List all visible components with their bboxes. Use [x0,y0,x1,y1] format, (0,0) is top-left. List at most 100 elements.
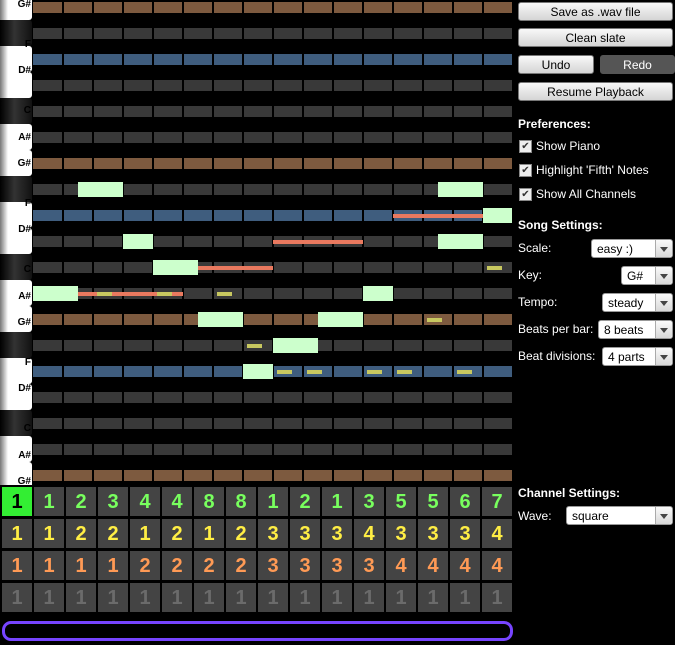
pattern-cell[interactable]: 1 [34,519,64,548]
pattern-cell[interactable]: 2 [66,519,96,548]
pattern-cell[interactable]: 6 [450,487,480,516]
pattern-cell[interactable]: 1 [130,519,160,548]
note-block[interactable] [273,338,318,353]
highlight-fifth-checkbox[interactable]: ✔ [519,164,532,177]
pattern-editor[interactable]: G# F D# C A# G# F D# C A# G# F D# C A# G# [0,0,512,485]
pattern-cell[interactable]: 4 [418,551,448,580]
pattern-cell[interactable]: 4 [482,551,512,580]
note-block[interactable] [123,234,153,249]
note-block[interactable] [363,286,393,301]
pattern-cell[interactable]: 3 [290,519,320,548]
save-wav-button[interactable]: Save as .wav file [518,2,673,21]
pattern-cell[interactable]: 3 [322,519,352,548]
note-block[interactable] [438,234,483,249]
pattern-cell[interactable]: 1 [258,487,288,516]
pattern-cell[interactable]: 2 [226,551,256,580]
chevron-down-icon [655,294,672,311]
pattern-cell[interactable]: 1 [2,487,32,516]
pattern-cell[interactable]: 1 [2,519,32,548]
pattern-cell[interactable]: 3 [98,487,128,516]
pattern-cell[interactable]: 1 [450,583,480,612]
pattern-cell[interactable]: 1 [34,487,64,516]
pattern-cell[interactable]: 1 [98,583,128,612]
pattern-cell[interactable]: 1 [162,583,192,612]
pattern-cell[interactable]: 1 [98,551,128,580]
pattern-cell[interactable]: 1 [322,487,352,516]
undo-button[interactable]: Undo [518,55,594,74]
pattern-cell[interactable]: 5 [418,487,448,516]
pitch-bend[interactable] [393,213,483,218]
song-settings-heading: Song Settings: [518,218,603,232]
resume-playback-button[interactable]: Resume Playback [518,82,673,101]
pattern-cell[interactable]: 3 [258,519,288,548]
pattern-cell[interactable]: 3 [418,519,448,548]
pattern-cell[interactable]: 2 [130,551,160,580]
pattern-cell[interactable]: 1 [130,583,160,612]
note-block[interactable] [153,260,198,275]
pattern-cell[interactable]: 1 [386,583,416,612]
pattern-cell[interactable]: 8 [226,487,256,516]
pattern-cell[interactable]: 4 [354,519,384,548]
pattern-cell[interactable]: 3 [322,551,352,580]
note-block[interactable] [438,182,483,197]
pattern-cell[interactable]: 1 [66,551,96,580]
note-block[interactable] [318,312,363,327]
pattern-cell[interactable]: 2 [162,551,192,580]
pattern-cell[interactable]: 1 [194,519,224,548]
pattern-cell[interactable]: 1 [2,583,32,612]
pattern-cell[interactable]: 1 [194,583,224,612]
scale-select[interactable]: easy :) [591,239,673,258]
clean-slate-button[interactable]: Clean slate [518,28,673,47]
pattern-cell[interactable]: 1 [2,551,32,580]
pattern-cell[interactable]: 1 [418,583,448,612]
pattern-cell[interactable]: 4 [162,487,192,516]
redo-button[interactable]: Redo [600,55,675,74]
pattern-cell[interactable]: 3 [450,519,480,548]
pattern-cell[interactable]: 2 [194,551,224,580]
note-block[interactable] [243,364,273,379]
pattern-cell[interactable]: 3 [354,551,384,580]
beats-per-bar-select[interactable]: 8 beats [598,320,673,339]
pattern-cell[interactable]: 1 [322,583,352,612]
pattern-cell[interactable]: 8 [194,487,224,516]
pitch-bend[interactable] [198,265,273,270]
pattern-cell[interactable]: 2 [226,519,256,548]
pattern-cell[interactable]: 3 [290,551,320,580]
pattern-cell[interactable]: 1 [354,583,384,612]
pattern-cell[interactable]: 2 [162,519,192,548]
tempo-select[interactable]: steady [602,293,673,312]
pattern-cell[interactable]: 4 [386,551,416,580]
pattern-cell[interactable]: 2 [66,487,96,516]
note-block[interactable] [198,312,243,327]
channel-pattern-grid[interactable]: 1123448812135567112212123334333411112222… [0,487,512,614]
pattern-cell[interactable]: 3 [258,551,288,580]
note-block[interactable] [33,286,78,301]
pattern-cell[interactable]: 1 [226,583,256,612]
show-piano-checkbox[interactable]: ✔ [519,140,532,153]
pattern-cell[interactable]: 7 [482,487,512,516]
pattern-cell[interactable]: 1 [34,551,64,580]
pattern-cell[interactable]: 3 [386,519,416,548]
key-select[interactable]: G# [621,266,673,285]
pattern-cell[interactable]: 2 [98,519,128,548]
pattern-cell[interactable]: 4 [130,487,160,516]
beat-divisions-select[interactable]: 4 parts [602,347,673,366]
piano-key[interactable] [0,332,32,358]
wave-select[interactable]: square [566,506,673,525]
show-all-channels-checkbox[interactable]: ✔ [519,188,532,201]
pattern-cell[interactable]: 3 [354,487,384,516]
pattern-cell[interactable]: 1 [290,583,320,612]
pattern-cell[interactable]: 5 [386,487,416,516]
pattern-cell[interactable]: 4 [482,519,512,548]
pattern-cell[interactable]: 1 [66,583,96,612]
note-block[interactable] [78,182,123,197]
pattern-cell[interactable]: 1 [258,583,288,612]
pitch-bend[interactable] [273,239,363,244]
song-scrollbar[interactable] [2,621,513,641]
pattern-cell[interactable]: 2 [290,487,320,516]
note-block[interactable] [483,208,512,223]
beat-divider [392,0,394,485]
pattern-cell[interactable]: 4 [450,551,480,580]
pattern-cell[interactable]: 1 [34,583,64,612]
pattern-cell[interactable]: 1 [482,583,512,612]
